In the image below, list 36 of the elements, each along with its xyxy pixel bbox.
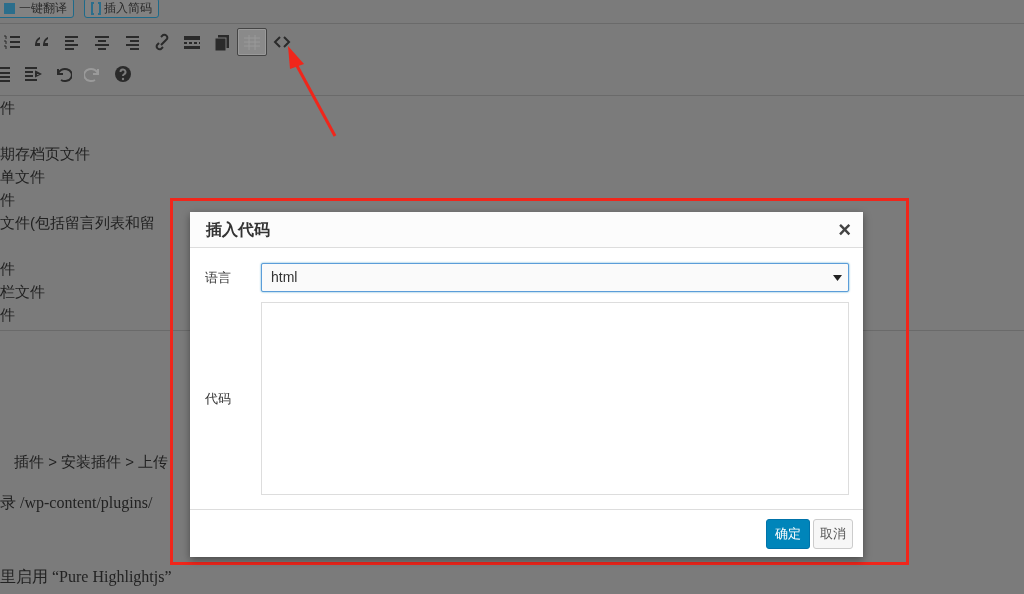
align-left-icon	[63, 33, 81, 51]
field-label: 语言	[204, 268, 232, 287]
link-icon	[153, 33, 171, 51]
close-button[interactable]: ×	[838, 218, 851, 241]
text-line: 单文件	[0, 167, 45, 187]
editor-button[interactable]: 插入简码	[84, 0, 159, 18]
table-button[interactable]	[237, 28, 267, 56]
language-select[interactable]: html	[261, 263, 849, 292]
indent-icon	[24, 65, 42, 83]
align-center-icon	[93, 33, 111, 51]
text-line: 期存档页文件	[0, 144, 90, 164]
text-line: 插件 > 安装插件 > 上传	[13, 452, 169, 472]
dialog-title: 插入代码	[206, 219, 270, 240]
field-label: 代码	[204, 389, 232, 408]
confirm-button[interactable]: 确定	[766, 518, 810, 549]
text-line: 件	[0, 190, 15, 210]
undo-icon	[54, 65, 72, 83]
redo-icon	[84, 65, 102, 83]
text-line: 件	[0, 305, 15, 325]
text-line: 件	[0, 259, 15, 279]
square-icon	[3, 1, 16, 15]
list-icon	[3, 33, 21, 51]
help-icon	[114, 65, 132, 83]
text-line: 录 /wp-content/plugins/	[0, 493, 153, 513]
caret-icon	[833, 274, 842, 281]
bracket-icon	[91, 1, 101, 15]
align-right-icon	[123, 33, 141, 51]
editor-button[interactable]: 一键翻译	[0, 0, 74, 18]
code-field[interactable]	[261, 302, 849, 495]
read-more-icon	[183, 33, 201, 51]
text-line: 栏文件	[0, 282, 45, 302]
text-line: 里启用 “Pure Highlightjs”	[0, 567, 172, 587]
copy-icon	[213, 33, 231, 51]
text-line: 件	[0, 98, 15, 118]
text-line: 文件(包括留言列表和留	[0, 213, 155, 233]
cancel-button[interactable]: 取消	[813, 518, 853, 549]
